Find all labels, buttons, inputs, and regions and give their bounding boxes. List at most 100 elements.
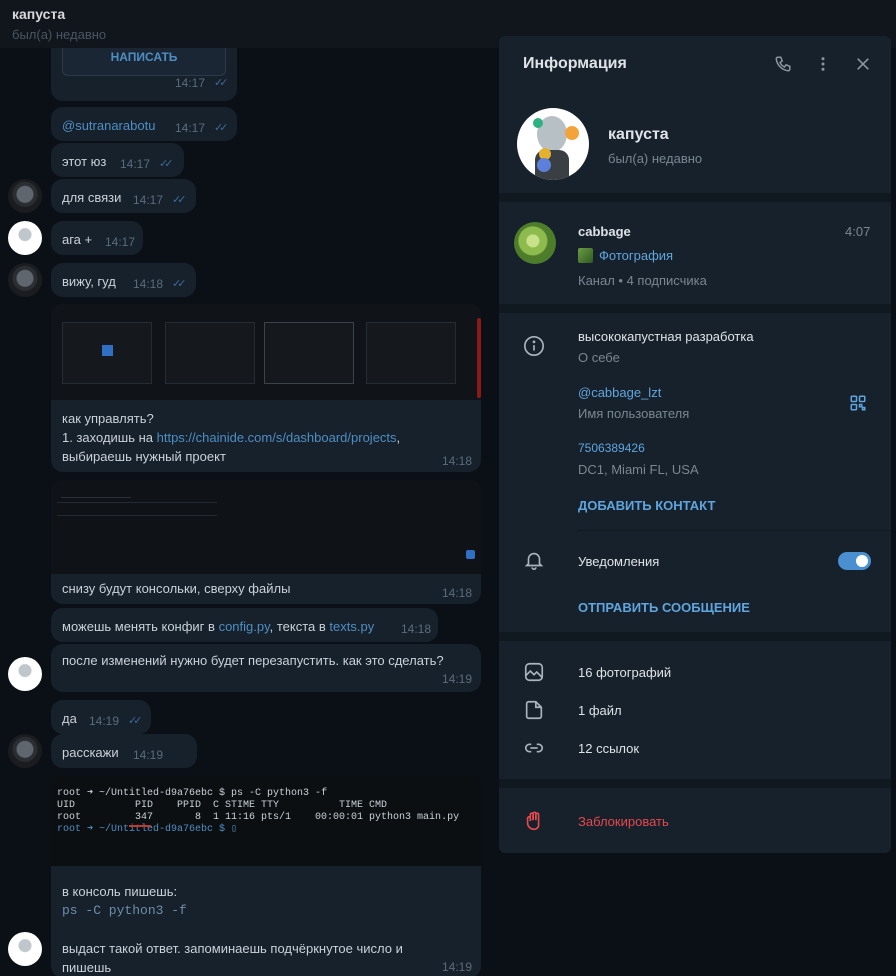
phone-icon[interactable] (771, 52, 795, 76)
message-text-middle: , текста в (269, 619, 330, 634)
block-button[interactable]: Заблокировать (578, 814, 669, 829)
terminal-line: root 347 8 1 11:16 pts/1 00:00:01 python… (57, 812, 460, 823)
scroll-icon[interactable] (466, 550, 475, 559)
bio-label: О себе (578, 350, 620, 365)
message-text: вижу, гуд (62, 274, 116, 289)
chat-title: капуста (12, 6, 66, 22)
avatar[interactable] (8, 179, 42, 213)
message-bubble[interactable]: этот юз 14:17 ✓✓ (51, 143, 184, 177)
bell-icon (523, 549, 545, 571)
message-bubble[interactable]: в консоль пишешь: ps -C python3 -f выдас… (51, 866, 481, 976)
write-button-label: НАПИСАТЬ (110, 49, 178, 64)
bio-text: высококапустная разработка (578, 329, 754, 344)
links-count[interactable]: 12 ссылок (578, 741, 639, 756)
close-icon[interactable] (851, 52, 875, 76)
message-bubble[interactable]: ага + 14:17 (51, 221, 143, 255)
channel-name: cabbage (578, 224, 631, 239)
message-time: 14:18 (442, 586, 473, 600)
message-time: 14:17 (120, 157, 151, 171)
message-text: да (62, 711, 77, 726)
avatar[interactable] (8, 657, 42, 691)
message-line: как управлять? (62, 411, 154, 426)
message-time: 14:18 (401, 622, 432, 636)
channel-time: 4:07 (845, 224, 871, 239)
message-time: 14:19 (133, 748, 164, 762)
more-icon[interactable] (811, 52, 835, 76)
message-time: 14:19 (442, 672, 473, 686)
files-count[interactable]: 1 файл (578, 703, 622, 718)
notifications-toggle[interactable] (838, 552, 871, 570)
avatar[interactable] (8, 263, 42, 297)
message-time: 14:19 (442, 960, 473, 974)
project-thumbnail (62, 322, 152, 384)
message-link[interactable]: texts.py (329, 619, 374, 634)
message-line-suffix: , (396, 430, 401, 445)
message-bubble[interactable]: расскажи 14:19 (51, 734, 197, 768)
message-bubble[interactable]: НАПИСАТЬ 14:17 ✓✓ (51, 48, 237, 101)
link-icon (523, 737, 545, 759)
message-link[interactable]: config.py (219, 619, 270, 634)
message-line: выбираешь нужный проект (62, 449, 226, 464)
message-bubble[interactable]: @sutranarabotu 14:17 ✓✓ (51, 107, 237, 141)
message-text: этот юз (62, 154, 107, 169)
read-ticks-icon: ✓✓ (172, 278, 187, 290)
info-icon (523, 335, 545, 357)
divider (499, 779, 891, 788)
console-tabs (61, 488, 131, 498)
photos-count[interactable]: 16 фотографий (578, 665, 671, 680)
terminal-line: root ➜ ~/Untitled-d9a76ebc $ ps -C pytho… (57, 788, 328, 799)
add-contact-button[interactable]: ДОБАВИТЬ КОНТАКТ (578, 498, 715, 513)
message-bubble[interactable]: да 14:19 ✓✓ (51, 700, 151, 734)
divider (499, 193, 891, 202)
username-label: Имя пользователя (578, 406, 690, 421)
project-thumbnail (264, 322, 354, 384)
message-time: 14:18 (442, 454, 473, 468)
block-hand-icon (523, 810, 545, 832)
message-line: пишешь (62, 960, 112, 975)
message-time: 14:17 (105, 235, 136, 249)
message-line: в консоль пишешь: (62, 884, 178, 899)
scrollbar[interactable] (477, 318, 481, 398)
message-bubble[interactable]: снизу будут консольки, сверху файлы 14:1… (51, 574, 481, 604)
avatar[interactable] (8, 734, 42, 768)
avatar[interactable] (8, 932, 42, 966)
avatar[interactable] (8, 221, 42, 255)
message-line: 1. заходишь на https://chainide.com/s/da… (62, 428, 400, 447)
message-bubble[interactable]: для связи 14:17 ✓✓ (51, 179, 196, 213)
channel-row[interactable]: cabbage 4:07 Фотография Канал • 4 подпис… (499, 202, 891, 304)
phone-number[interactable]: 7506389426 (578, 441, 645, 455)
message-text: для связи (62, 190, 122, 205)
message-image-terminal[interactable]: root ➜ ~/Untitled-d9a76ebc $ ps -C pytho… (51, 776, 481, 866)
message-text: расскажи (62, 745, 119, 760)
message-time: 14:19 (89, 714, 120, 728)
write-button[interactable]: НАПИСАТЬ (62, 48, 226, 76)
send-message-button[interactable]: ОТПРАВИТЬ СООБЩЕНИЕ (578, 600, 750, 615)
message-link[interactable]: https://chainide.com/s/dashboard/project… (157, 430, 397, 445)
project-thumbnail (366, 322, 456, 384)
profile-avatar[interactable] (517, 108, 589, 180)
message-bubble[interactable]: можешь менять конфиг в config.py, текста… (51, 608, 438, 642)
message-text: ага + (62, 232, 93, 247)
message-code: ps -C python3 -f (62, 903, 187, 918)
profile-status: был(а) недавно (608, 151, 703, 166)
message-bubble[interactable]: вижу, гуд 14:18 ✓✓ (51, 263, 196, 297)
divider (499, 632, 891, 641)
message-image-dashboard[interactable] (51, 304, 481, 400)
photo-thumb-icon (578, 248, 593, 263)
message-text: после изменений нужно будет перезапустит… (62, 653, 444, 668)
message-text[interactable]: @sutranarabotu (62, 118, 155, 133)
divider-line (578, 530, 891, 531)
divider (499, 304, 891, 313)
terminal-line: root ➜ ~/Untitled-d9a76ebc $ ▯ (57, 824, 238, 835)
message-time: 14:18 (133, 277, 164, 291)
qr-code-icon[interactable] (849, 394, 867, 412)
message-line: выдаст такой ответ. запоминаешь подчёркн… (62, 941, 403, 956)
message-image-console[interactable] (51, 480, 481, 574)
message-bubble[interactable]: как управлять? 1. заходишь на https://ch… (51, 400, 481, 472)
message-time: 14:17 (175, 76, 206, 90)
message-bubble[interactable]: после изменений нужно будет перезапустит… (51, 644, 481, 692)
profile-name: капуста (608, 126, 669, 143)
username-text[interactable]: @cabbage_lzt (578, 385, 661, 400)
message-time: 14:17 (175, 121, 206, 135)
channel-avatar[interactable] (514, 222, 556, 264)
